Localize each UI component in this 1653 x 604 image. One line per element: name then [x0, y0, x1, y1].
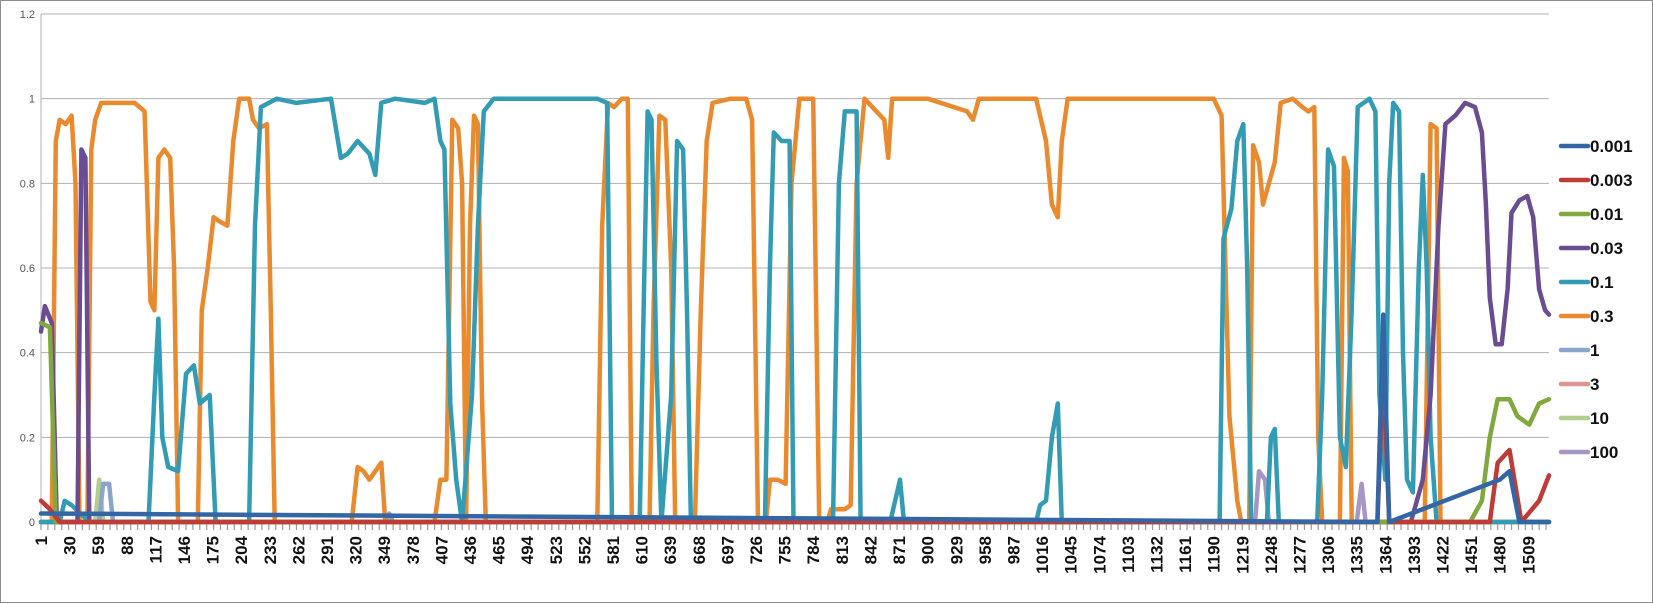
x-tick-label: 1277 — [1291, 536, 1310, 574]
x-tick-label: 1 — [32, 536, 51, 545]
x-tick-label: 1451 — [1462, 536, 1481, 574]
legend-item: 0.1 — [1558, 273, 1614, 292]
legend-label: 100 — [1590, 443, 1618, 462]
x-tick-label: 581 — [604, 536, 623, 564]
x-tick-label: 987 — [1005, 536, 1024, 564]
x-tick-label: 1219 — [1233, 536, 1252, 574]
y-tick-label: 0.6 — [20, 263, 35, 275]
x-tick-label: 1132 — [1148, 536, 1167, 573]
legend-item: 0.3 — [1558, 307, 1614, 326]
x-tick-label: 1045 — [1062, 536, 1081, 574]
legend-item: 0.001 — [1558, 137, 1633, 156]
x-tick-label: 1335 — [1348, 536, 1367, 574]
x-tick-label: 1480 — [1491, 536, 1510, 574]
x-tick-label: 1103 — [1119, 536, 1138, 573]
x-tick-label: 1306 — [1319, 536, 1338, 574]
x-tick-label: 726 — [747, 536, 766, 564]
x-tick-label: 1422 — [1434, 536, 1453, 574]
x-tick-label: 175 — [204, 536, 223, 564]
series-layer — [38, 96, 1552, 525]
x-tick-label: 349 — [375, 536, 394, 564]
legend-item: 1 — [1558, 341, 1599, 360]
legend-item: 100 — [1558, 443, 1618, 462]
x-tick-label: 59 — [89, 536, 108, 555]
legend: 0.001 0.003 0.01 0.03 0.1 0.3 1 3 10 100 — [1558, 137, 1633, 462]
legend-item: 0.01 — [1558, 205, 1623, 224]
y-tick-label: 0 — [29, 517, 35, 529]
x-tick-label: 30 — [61, 536, 80, 555]
y-tick-label: 0.8 — [20, 178, 35, 190]
legend-item: 10 — [1558, 409, 1609, 428]
x-tick-label: 784 — [804, 535, 823, 564]
x-tick-label: 436 — [461, 536, 480, 564]
x-tick-label: 871 — [890, 536, 909, 564]
x-tick-label: 1190 — [1205, 536, 1224, 573]
legend-label: 3 — [1590, 375, 1599, 394]
x-tick-label: 842 — [861, 536, 880, 564]
x-tick-label: 610 — [633, 536, 652, 564]
x-tick-label: 494 — [518, 535, 537, 564]
y-axis-ticks: 0 0.2 0.4 0.6 0.8 1 1.2 — [20, 9, 35, 529]
x-axis-ticks: 1 30 59 88 117 146 175 204 233 262 291 320 349 378 407… — [32, 535, 1538, 573]
y-tick-label: 0.4 — [20, 348, 35, 360]
x-tick-label: 146 — [175, 536, 194, 564]
x-tick-label: 262 — [289, 536, 308, 564]
y-tick-label: 1 — [29, 94, 35, 106]
x-tick-label: 1393 — [1405, 536, 1424, 574]
legend-label: 0.01 — [1590, 205, 1623, 224]
x-tick-label: 320 — [347, 536, 366, 564]
x-tick-label: 1248 — [1262, 536, 1281, 574]
x-tick-label: 378 — [404, 536, 423, 564]
legend-item: 0.03 — [1558, 239, 1623, 258]
x-tick-label: 639 — [661, 536, 680, 564]
legend-label: 0.003 — [1590, 171, 1633, 190]
x-tick-label: 407 — [432, 536, 451, 564]
x-tick-label: 668 — [690, 536, 709, 564]
legend-label: 0.1 — [1590, 273, 1614, 292]
x-tick-label: 900 — [919, 536, 938, 564]
grid-layer — [41, 13, 1549, 523]
x-tick-label: 697 — [718, 536, 737, 564]
x-tick-label: 523 — [547, 536, 566, 564]
x-tick-label: 88 — [118, 536, 137, 555]
legend-item: 0.003 — [1558, 171, 1633, 190]
legend-label: 0.3 — [1590, 307, 1614, 326]
x-tick-label: 755 — [776, 536, 795, 564]
chart-frame: 0 0.2 0.4 0.6 0.8 1 1.2 1 30 59 88 117 146 175 204 233… — [0, 0, 1653, 603]
legend-item: 3 — [1558, 375, 1599, 394]
x-tick-label: 1364 — [1376, 535, 1395, 573]
x-tick-label: 117 — [146, 536, 165, 563]
x-tick-label: 1016 — [1033, 536, 1052, 574]
legend-label: 1 — [1590, 341, 1599, 360]
x-tick-label: 465 — [490, 536, 509, 564]
legend-label: 10 — [1590, 409, 1609, 428]
legend-label: 0.001 — [1590, 137, 1633, 156]
x-tick-label: 813 — [833, 536, 852, 564]
x-tick-label: 552 — [575, 536, 594, 564]
y-tick-label: 1.2 — [20, 9, 35, 21]
x-tick-label: 233 — [261, 536, 280, 564]
x-tick-label: 291 — [318, 536, 337, 564]
x-tick-label: 1509 — [1519, 536, 1538, 574]
x-tick-label: 1074 — [1090, 535, 1109, 573]
x-tick-label: 958 — [976, 536, 995, 564]
x-tick-label: 1161 — [1176, 536, 1195, 573]
y-tick-label: 0.2 — [20, 432, 35, 444]
line-chart: 0 0.2 0.4 0.6 0.8 1 1.2 1 30 59 88 117 146 175 204 233… — [20, 9, 1633, 574]
x-tick-label: 929 — [947, 536, 966, 564]
x-tick-label: 204 — [232, 535, 251, 564]
legend-label: 0.03 — [1590, 239, 1623, 258]
